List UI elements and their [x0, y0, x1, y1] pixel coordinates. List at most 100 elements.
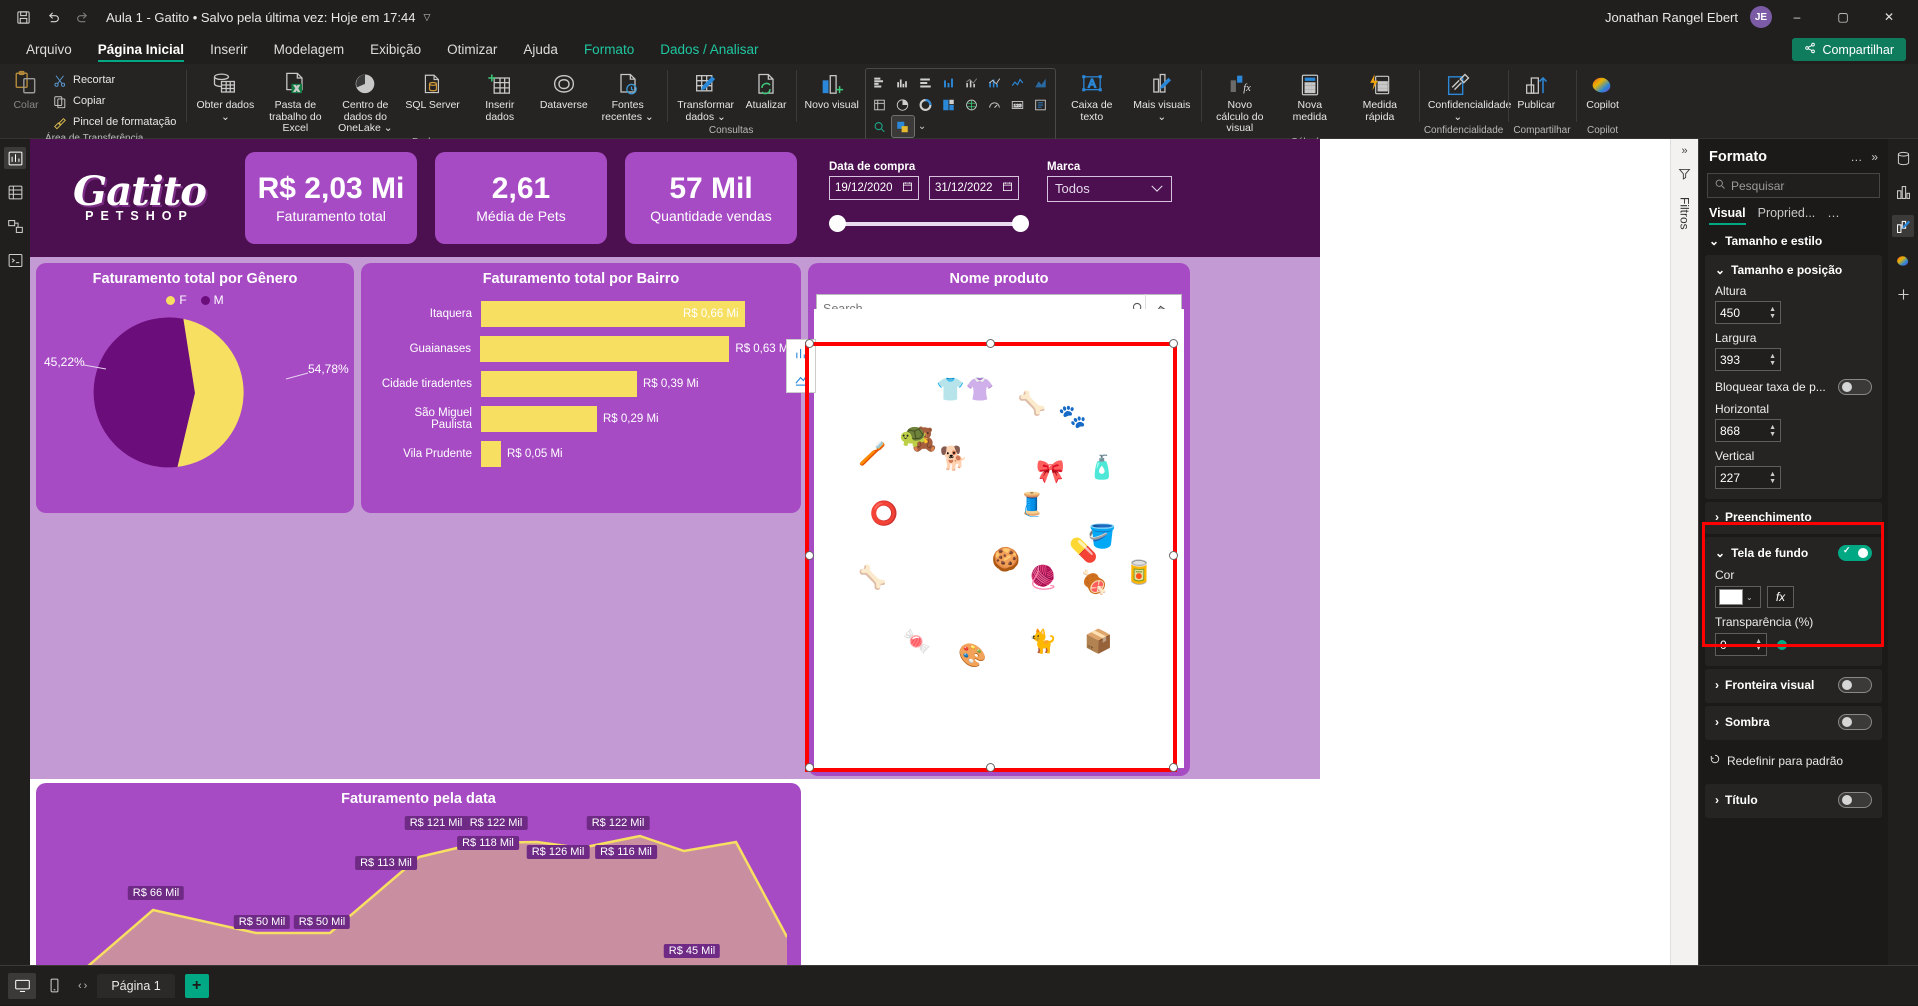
clustered-bar-chart-icon[interactable]: [938, 72, 960, 93]
menu-tab-otimizar[interactable]: Otimizar: [435, 38, 509, 64]
stepper-arrows[interactable]: ▲ ▼: [1769, 353, 1776, 367]
menu-tab-exibicao[interactable]: Exibição: [358, 38, 433, 64]
avatar[interactable]: JE: [1750, 6, 1772, 28]
redo-icon[interactable]: [68, 4, 98, 30]
fronteira-visual-toggle[interactable]: [1838, 677, 1872, 693]
bar-row[interactable]: São Miguel Paulista R$ 0,29 Mi: [371, 406, 791, 432]
section-tamanho-e-estilo[interactable]: ⌄ Tamanho e estilo: [1699, 225, 1888, 252]
product-item-icon[interactable]: 🍪: [992, 547, 1021, 571]
pane-item-copilot[interactable]: [1892, 249, 1914, 271]
paste-button[interactable]: Colar: [7, 68, 45, 113]
minimize-button[interactable]: –: [1776, 0, 1818, 34]
product-item-icon[interactable]: 🪥: [858, 442, 887, 465]
stepper-arrows[interactable]: ▲ ▼: [1755, 638, 1762, 652]
line-and-stacked-column-icon[interactable]: [961, 72, 983, 93]
sidebar-item-dax-query-view[interactable]: [4, 249, 26, 271]
chevron-double-right-icon[interactable]: »: [1871, 150, 1878, 164]
copilot-button[interactable]: Copilot: [1581, 68, 1625, 114]
product-item-icon[interactable]: 🍖: [1080, 570, 1109, 594]
refresh-button[interactable]: Atualizar: [742, 68, 791, 114]
focus-mode-icon[interactable]: [787, 366, 815, 392]
menu-tab-pagina-inicial[interactable]: Página Inicial: [86, 38, 196, 64]
product-item-icon[interactable]: 🎨: [958, 644, 987, 667]
tela-de-fundo-toggle[interactable]: [1838, 545, 1872, 561]
page-tab-pagina-1[interactable]: Página 1: [97, 973, 175, 998]
slider-knob-end[interactable]: [1012, 215, 1029, 232]
close-button[interactable]: ✕: [1868, 0, 1910, 34]
product-item-icon[interactable]: 🧶: [1029, 566, 1058, 589]
dataverse-button[interactable]: Dataverse: [536, 68, 592, 114]
subsection-titulo[interactable]: › Título: [1715, 792, 1872, 808]
add-page-button[interactable]: +: [184, 973, 209, 998]
format-search-box[interactable]: Pesquisar: [1707, 173, 1880, 198]
sensitivity-button[interactable]: Confidencialidade ⌄: [1424, 68, 1511, 125]
product-item-icon[interactable]: 👚: [966, 377, 995, 401]
get-data-button[interactable]: Obter dados ⌄: [191, 68, 259, 125]
card-icon[interactable]: 123: [1007, 94, 1029, 115]
subsection-fronteira-visual[interactable]: › Fronteira visual: [1715, 677, 1872, 693]
area-chart-icon[interactable]: [1030, 72, 1052, 93]
brand-slicer-dropdown[interactable]: Todos: [1047, 175, 1172, 202]
menu-tab-inserir[interactable]: Inserir: [198, 38, 260, 64]
sombra-toggle[interactable]: [1838, 714, 1872, 730]
kpi-card-media-de-pets[interactable]: 2,61 Média de Pets: [435, 152, 607, 244]
slicer-search-icon[interactable]: [869, 116, 891, 137]
line-and-clustered-column-icon[interactable]: [984, 72, 1006, 93]
menu-tab-arquivo[interactable]: Arquivo: [14, 38, 84, 64]
clustered-column-chart-icon[interactable]: [892, 72, 914, 93]
calendar-icon[interactable]: [1002, 181, 1013, 195]
undo-icon[interactable]: [38, 4, 68, 30]
subsection-tela-de-fundo[interactable]: ⌄ Tela de fundo: [1715, 545, 1872, 561]
mobile-view-button[interactable]: [40, 973, 68, 999]
pane-item-add[interactable]: [1892, 283, 1914, 305]
pane-item-data[interactable]: [1892, 147, 1914, 169]
gallery-expand-icon[interactable]: ⌄: [915, 116, 937, 137]
resize-handle-bottom[interactable]: [986, 763, 995, 772]
subsection-sombra[interactable]: › Sombra: [1715, 714, 1872, 730]
resize-handle-left[interactable]: [805, 551, 814, 560]
conditional-formatting-fx-button[interactable]: fx: [1767, 586, 1794, 608]
sidebar-item-report-view[interactable]: [4, 147, 26, 169]
resize-handle-bottom-left[interactable]: [805, 763, 814, 772]
pane-item-format[interactable]: [1892, 215, 1914, 237]
tab-propriedades[interactable]: Propried...: [1758, 206, 1816, 225]
resize-handle-top[interactable]: [986, 339, 995, 348]
quick-measure-button[interactable]: Medida rápida: [1346, 68, 1414, 125]
bar-row[interactable]: Guaianases R$ 0,63 Mi: [371, 336, 791, 362]
product-item-icon[interactable]: 🐕: [940, 446, 969, 470]
legend-item-m[interactable]: M: [200, 293, 224, 307]
page-next-button[interactable]: ›: [84, 980, 88, 992]
date-range-slider[interactable]: [829, 212, 1029, 236]
tab-visual[interactable]: Visual: [1709, 206, 1746, 225]
date-start-input[interactable]: 19/12/2020: [829, 175, 919, 200]
titulo-toggle[interactable]: [1838, 792, 1872, 808]
pie-chart-icon[interactable]: [892, 94, 914, 115]
transparency-slider[interactable]: [1775, 638, 1872, 652]
pane-item-visualizations[interactable]: [1892, 181, 1914, 203]
slider-knob-start[interactable]: [829, 215, 846, 232]
menu-tab-modelagem[interactable]: Modelagem: [262, 38, 357, 64]
title-caret-icon[interactable]: ▽: [424, 12, 431, 23]
new-visual-button[interactable]: Novo visual: [801, 68, 863, 114]
format-tabs-more-icon[interactable]: …: [1827, 206, 1840, 225]
format-painter-button[interactable]: Pincel de formatação: [47, 113, 181, 133]
transparencia-stepper[interactable]: 0 ▲ ▼: [1715, 633, 1767, 656]
menu-tab-formato[interactable]: Formato: [572, 38, 646, 64]
product-item-icon[interactable]: ⭕: [870, 501, 899, 525]
stepper-arrows[interactable]: ▲ ▼: [1769, 471, 1776, 485]
new-measure-button[interactable]: Nova medida: [1276, 68, 1344, 125]
ellipsis-icon[interactable]: …: [1850, 150, 1862, 164]
bar-row[interactable]: Cidade tiradentes R$ 0,39 Mi: [371, 371, 791, 397]
chevron-down-icon[interactable]: [1150, 181, 1164, 196]
menu-tab-dados-analisar[interactable]: Dados / Analisar: [648, 38, 770, 64]
enter-data-button[interactable]: Inserir dados: [466, 68, 534, 125]
donut-chart-icon[interactable]: [915, 94, 937, 115]
excel-workbook-button[interactable]: X Pasta de trabalho do Excel: [261, 68, 329, 137]
gauge-icon[interactable]: [984, 94, 1006, 115]
product-item-icon[interactable]: 🐾: [1058, 405, 1087, 428]
text-box-button[interactable]: A Caixa de texto: [1058, 68, 1126, 125]
map-icon[interactable]: [961, 94, 983, 115]
vertical-stepper[interactable]: 227 ▲ ▼: [1715, 466, 1781, 489]
reset-to-default-button[interactable]: Redefinir para padrão: [1699, 743, 1888, 778]
transform-data-button[interactable]: Transformar dados ⌄: [672, 68, 740, 125]
